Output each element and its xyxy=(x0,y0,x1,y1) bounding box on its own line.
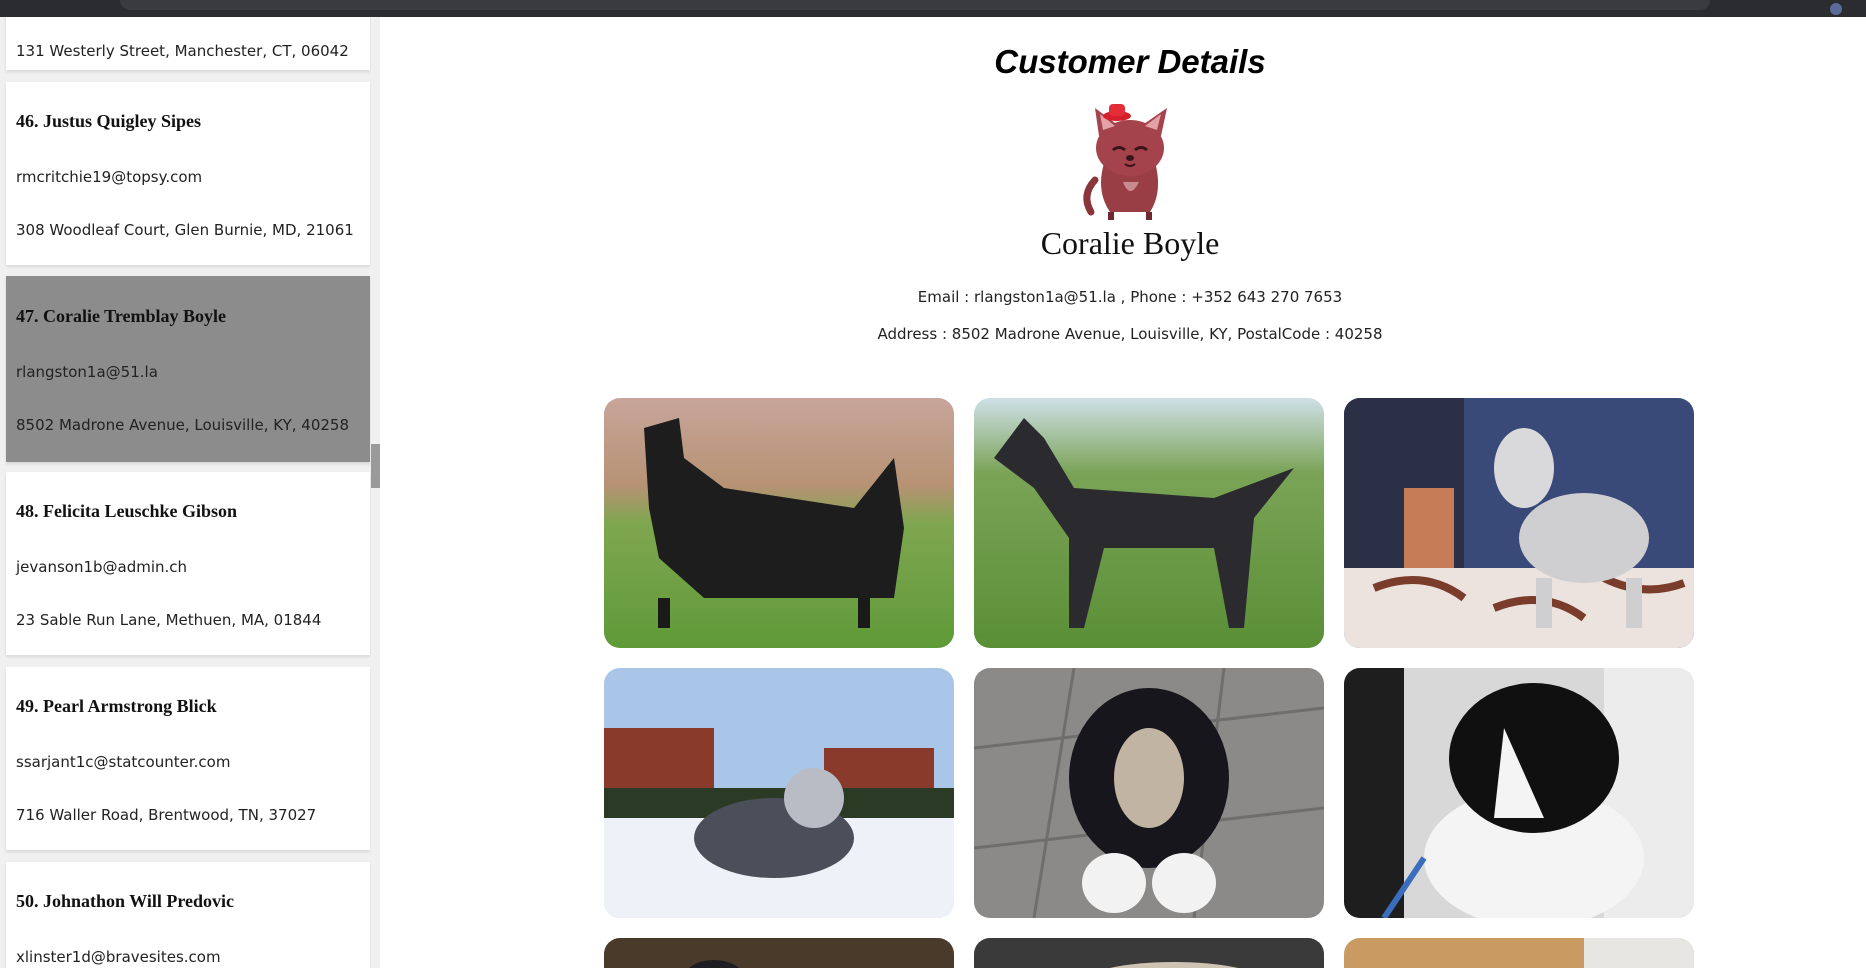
address-bar[interactable] xyxy=(120,0,1710,10)
sidebar-scrollbar[interactable] xyxy=(371,17,380,968)
hairless-dog-photo[interactable] xyxy=(974,398,1324,648)
bearded-collie-tile-photo[interactable] xyxy=(974,668,1324,918)
sidebar-scroll-thumb[interactable] xyxy=(371,444,380,488)
customer-email: rlangston1a@51.la xyxy=(16,363,158,381)
customer-card[interactable]: 46. Justus Quigley Sipes rmcritchie19@to… xyxy=(6,82,370,265)
customer-card[interactable]: 131 Westerly Street, Manchester, CT, 060… xyxy=(6,17,370,70)
customer-name-heading: Coralie Boyle xyxy=(1040,225,1220,261)
page-title: Customer Details xyxy=(994,43,1266,80)
customer-address: 131 Westerly Street, Manchester, CT, 060… xyxy=(16,42,349,60)
dog-photo-8[interactable] xyxy=(974,938,1324,968)
scottish-terrier-photo[interactable] xyxy=(604,398,954,648)
customer-address: 8502 Madrone Avenue, Louisville, KY, 402… xyxy=(16,416,350,434)
customer-email: ssarjant1c@statcounter.com xyxy=(16,753,231,771)
customer-name: 46. Justus Quigley Sipes xyxy=(16,111,202,131)
customer-name: 47. Coralie Tremblay Boyle xyxy=(16,306,226,326)
customer-name: 48. Felicita Leuschke Gibson xyxy=(16,501,238,521)
customer-email: xlinster1d@bravesites.com xyxy=(16,948,221,966)
browser-top-bar xyxy=(0,0,1866,17)
bedlington-terrier-photo[interactable] xyxy=(1344,398,1694,648)
cat-with-hat-icon xyxy=(1075,100,1185,220)
customer-address: 716 Waller Road, Brentwood, TN, 37027 xyxy=(16,806,317,824)
customer-name: 50. Johnathon Will Predovic xyxy=(16,891,235,911)
bearded-collie-snow-photo[interactable] xyxy=(604,668,954,918)
dog-photo-9[interactable] xyxy=(1344,938,1694,968)
customer-card-selected[interactable]: 47. Coralie Tremblay Boyle rlangston1a@5… xyxy=(6,276,370,462)
customer-card[interactable]: 48. Felicita Leuschke Gibson jevanson1b@… xyxy=(6,472,370,655)
customer-list[interactable]: 131 Westerly Street, Manchester, CT, 060… xyxy=(0,17,380,968)
customer-email: rmcritchie19@topsy.com xyxy=(16,168,203,186)
customer-card[interactable]: 50. Johnathon Will Predovic xlinster1d@b… xyxy=(6,862,370,968)
profile-icon[interactable] xyxy=(1830,3,1842,15)
border-collie-photo[interactable] xyxy=(1344,668,1694,918)
customer-details-panel: Customer Details Coralie Boyle Email : r… xyxy=(380,17,1866,968)
customer-contact: Email : rlangston1a@51.la , Phone : +352… xyxy=(917,288,1343,306)
customer-card[interactable]: 49. Pearl Armstrong Blick ssarjant1c@sta… xyxy=(6,667,370,850)
customer-name: 49. Pearl Armstrong Blick xyxy=(16,696,217,716)
customer-address: 308 Woodleaf Court, Glen Burnie, MD, 210… xyxy=(16,221,354,239)
customer-address-line: Address : 8502 Madrone Avenue, Louisvill… xyxy=(877,325,1383,343)
customer-email: jevanson1b@admin.ch xyxy=(16,558,188,576)
dog-photo-7[interactable] xyxy=(604,938,954,968)
customer-address: 23 Sable Run Lane, Methuen, MA, 01844 xyxy=(16,611,322,629)
